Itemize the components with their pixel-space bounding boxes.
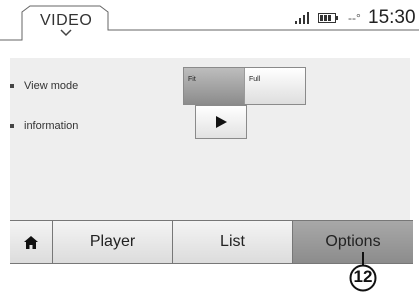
view-mode-full-button[interactable]: Full	[244, 68, 305, 104]
video-screen: VIDEO --° 15:30 View mode Fit Full infor…	[0, 0, 419, 301]
signal-icon	[295, 8, 313, 28]
information-play-button[interactable]	[195, 105, 247, 139]
bullet	[10, 84, 14, 88]
tab-list[interactable]: List	[173, 221, 293, 263]
clock: 15:30	[368, 7, 416, 28]
play-icon	[216, 116, 227, 128]
chevron-down-icon[interactable]	[60, 29, 72, 37]
home-icon	[24, 235, 38, 249]
view-mode-label: View mode	[24, 80, 79, 92]
view-mode-fit-button[interactable]: Fit	[184, 68, 244, 104]
page-title[interactable]: VIDEO	[40, 12, 92, 30]
tab-home[interactable]	[10, 221, 53, 263]
battery-icon	[318, 8, 340, 28]
temperature-readout: --°	[348, 11, 361, 25]
bullet	[10, 124, 14, 128]
tab-player[interactable]: Player	[53, 221, 173, 263]
tab-bar: Player List Options	[10, 220, 413, 264]
information-label: information	[24, 120, 79, 132]
tab-options[interactable]: Options	[293, 221, 413, 263]
view-mode-row: View mode	[10, 80, 78, 92]
information-row: information	[10, 120, 78, 132]
view-mode-toggle[interactable]: Fit Full	[183, 67, 306, 105]
callout-number: 12	[353, 267, 373, 286]
